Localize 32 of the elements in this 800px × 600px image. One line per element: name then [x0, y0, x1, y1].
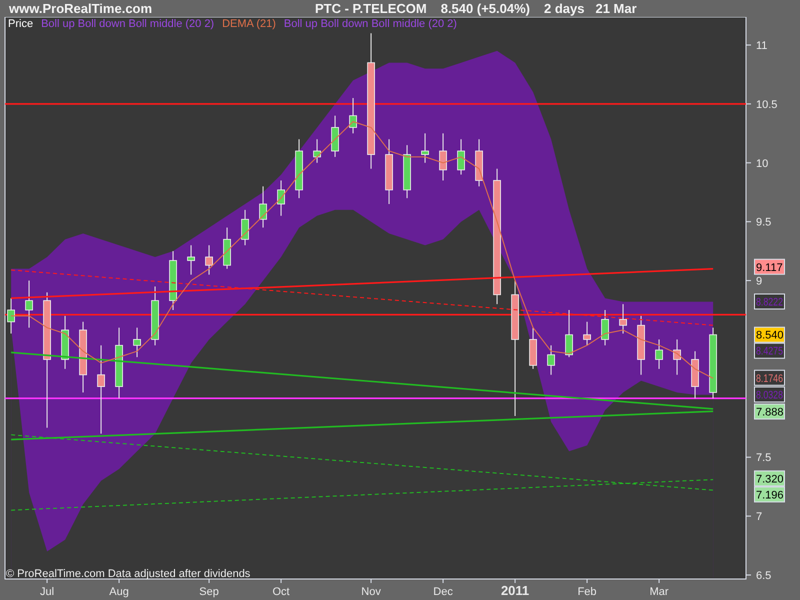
date-label: 21 Mar [595, 1, 637, 16]
legend-label: Boll up Boll down Boll middle (20 2) [41, 18, 214, 30]
axis-label: 7.5 [756, 452, 772, 464]
axis-label: 6.5 [756, 570, 772, 582]
period-label: 2 days [544, 1, 584, 16]
axis-label: 9.5 [756, 216, 772, 229]
axis-label: 11 [756, 40, 768, 52]
axis-label: 2011 [500, 583, 530, 598]
chart-footnote: © ProRealTime.com Data adjusted after dividends [6, 568, 250, 580]
price-label: 7.320 [754, 470, 785, 486]
price-label: 8.540 [754, 326, 785, 343]
legend-label: DEMA (21) [222, 18, 276, 30]
price-quote: 8.540 (+5.04%) [440, 1, 530, 16]
axis-label: Nov [361, 586, 381, 598]
legend-label: Price [8, 18, 34, 30]
price-label: 7.888 [754, 404, 785, 420]
axis-label: Feb [578, 586, 597, 598]
axis-label: 9 [756, 276, 762, 288]
axis-label: Sep [199, 586, 219, 598]
legend-label: Boll up Boll down Boll middle (20 2) [284, 18, 457, 30]
axis-label: Jul [40, 586, 54, 598]
price-label: 9.117 [754, 258, 785, 275]
axis-label: Aug [109, 586, 129, 598]
axis-label: 10 [756, 158, 768, 170]
axis-label: 7 [756, 511, 762, 524]
axis-label: Dec [433, 586, 453, 598]
axis-label: 10.5 [756, 98, 778, 111]
axis-label: Oct [272, 586, 290, 598]
price-label: 7.196 [754, 486, 785, 502]
site-name: www.ProRealTime.com [9, 1, 154, 16]
axis-label: Mar [650, 586, 669, 598]
instrument-name: PTC - P.TELECOM [315, 1, 427, 16]
